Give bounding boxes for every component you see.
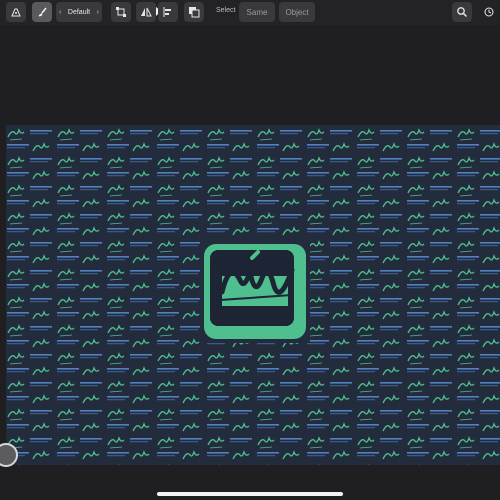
brush-tool-button[interactable] — [32, 2, 52, 22]
transform-icon — [116, 7, 126, 17]
transform-button[interactable] — [111, 2, 131, 22]
select-same-button[interactable]: Same — [239, 2, 275, 22]
history-icon — [484, 7, 494, 17]
chevron-left-icon[interactable]: ‹ — [59, 9, 61, 16]
pathfinder-button[interactable] — [184, 2, 204, 22]
align-button[interactable] — [158, 2, 178, 22]
pen-tool-button[interactable] — [6, 2, 26, 22]
select-object-button[interactable]: Object — [279, 2, 315, 22]
select-object-label: Object — [285, 7, 309, 17]
top-toolbar: ‹ Default › Select Same Object — [0, 0, 500, 25]
artboard[interactable] — [6, 125, 500, 465]
zoom-button[interactable] — [452, 2, 472, 22]
brush-tool-icon — [38, 7, 47, 17]
select-label: Select — [216, 7, 236, 14]
pathfinder-icon — [189, 7, 200, 18]
preset-selector[interactable]: ‹ Default › — [56, 2, 102, 22]
app-window: ‹ Default › Select Same Object — [0, 0, 500, 500]
flip-horizontal-icon — [141, 7, 152, 17]
canvas-area[interactable] — [0, 25, 500, 500]
chevron-right-icon[interactable]: › — [97, 9, 99, 16]
zoom-icon — [457, 7, 468, 18]
select-same-label: Same — [246, 7, 268, 17]
home-indicator[interactable] — [157, 492, 343, 496]
pen-tool-icon — [11, 8, 21, 17]
flip-button[interactable] — [136, 2, 156, 22]
logo-emblem[interactable] — [200, 240, 310, 343]
history-button[interactable] — [478, 2, 500, 22]
preset-label: Default — [67, 8, 91, 16]
align-left-icon — [163, 7, 171, 17]
